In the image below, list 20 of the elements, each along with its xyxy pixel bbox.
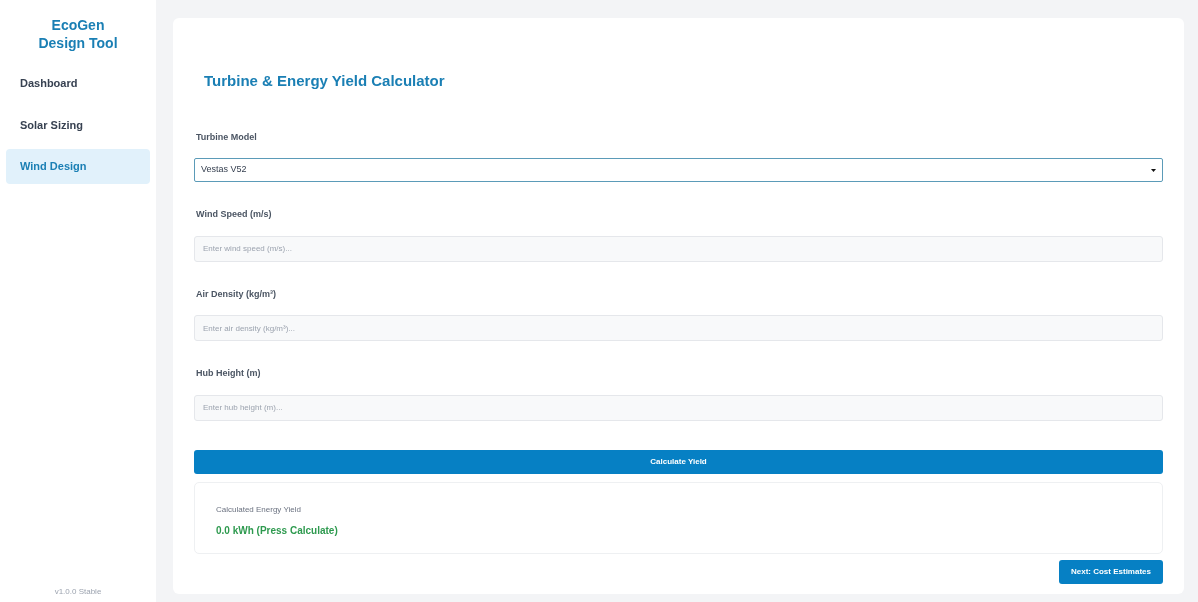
version-label: v1.0.0 Stable bbox=[54, 586, 102, 598]
sidebar-item[interactable]: Dashboard bbox=[6, 66, 150, 101]
field-label: Hub Height (m) bbox=[196, 367, 262, 380]
sidebar-item[interactable]: Wind Design bbox=[6, 149, 150, 184]
brand-title: EcoGen bbox=[51, 16, 105, 34]
input-field[interactable]: Enter air density (kg/m³)... bbox=[194, 315, 1163, 341]
field-label: Wind Speed (m/s) bbox=[196, 208, 273, 221]
input-field[interactable]: Enter wind speed (m/s)... bbox=[194, 235, 1163, 262]
field-label: Air Density (kg/m³) bbox=[196, 287, 277, 301]
turbine-model-select[interactable]: Vestas V52 bbox=[194, 158, 1163, 182]
sidebar-item[interactable]: Solar Sizing bbox=[6, 107, 150, 142]
input-field[interactable]: Enter hub height (m)... bbox=[194, 394, 1163, 421]
brand-title: Design Tool bbox=[38, 34, 118, 52]
page-title: Turbine & Energy Yield Calculator bbox=[204, 71, 446, 91]
field-label: Turbine Model bbox=[196, 130, 258, 144]
result-value: 0.0 kWh (Press Calculate) bbox=[216, 523, 339, 538]
next-button[interactable]: Next: Cost Estimates bbox=[1058, 559, 1163, 584]
result-label: Calculated Energy Yield bbox=[216, 503, 302, 516]
caret-icon bbox=[1151, 168, 1156, 172]
calculate-button[interactable]: Calculate Yield bbox=[194, 449, 1163, 474]
